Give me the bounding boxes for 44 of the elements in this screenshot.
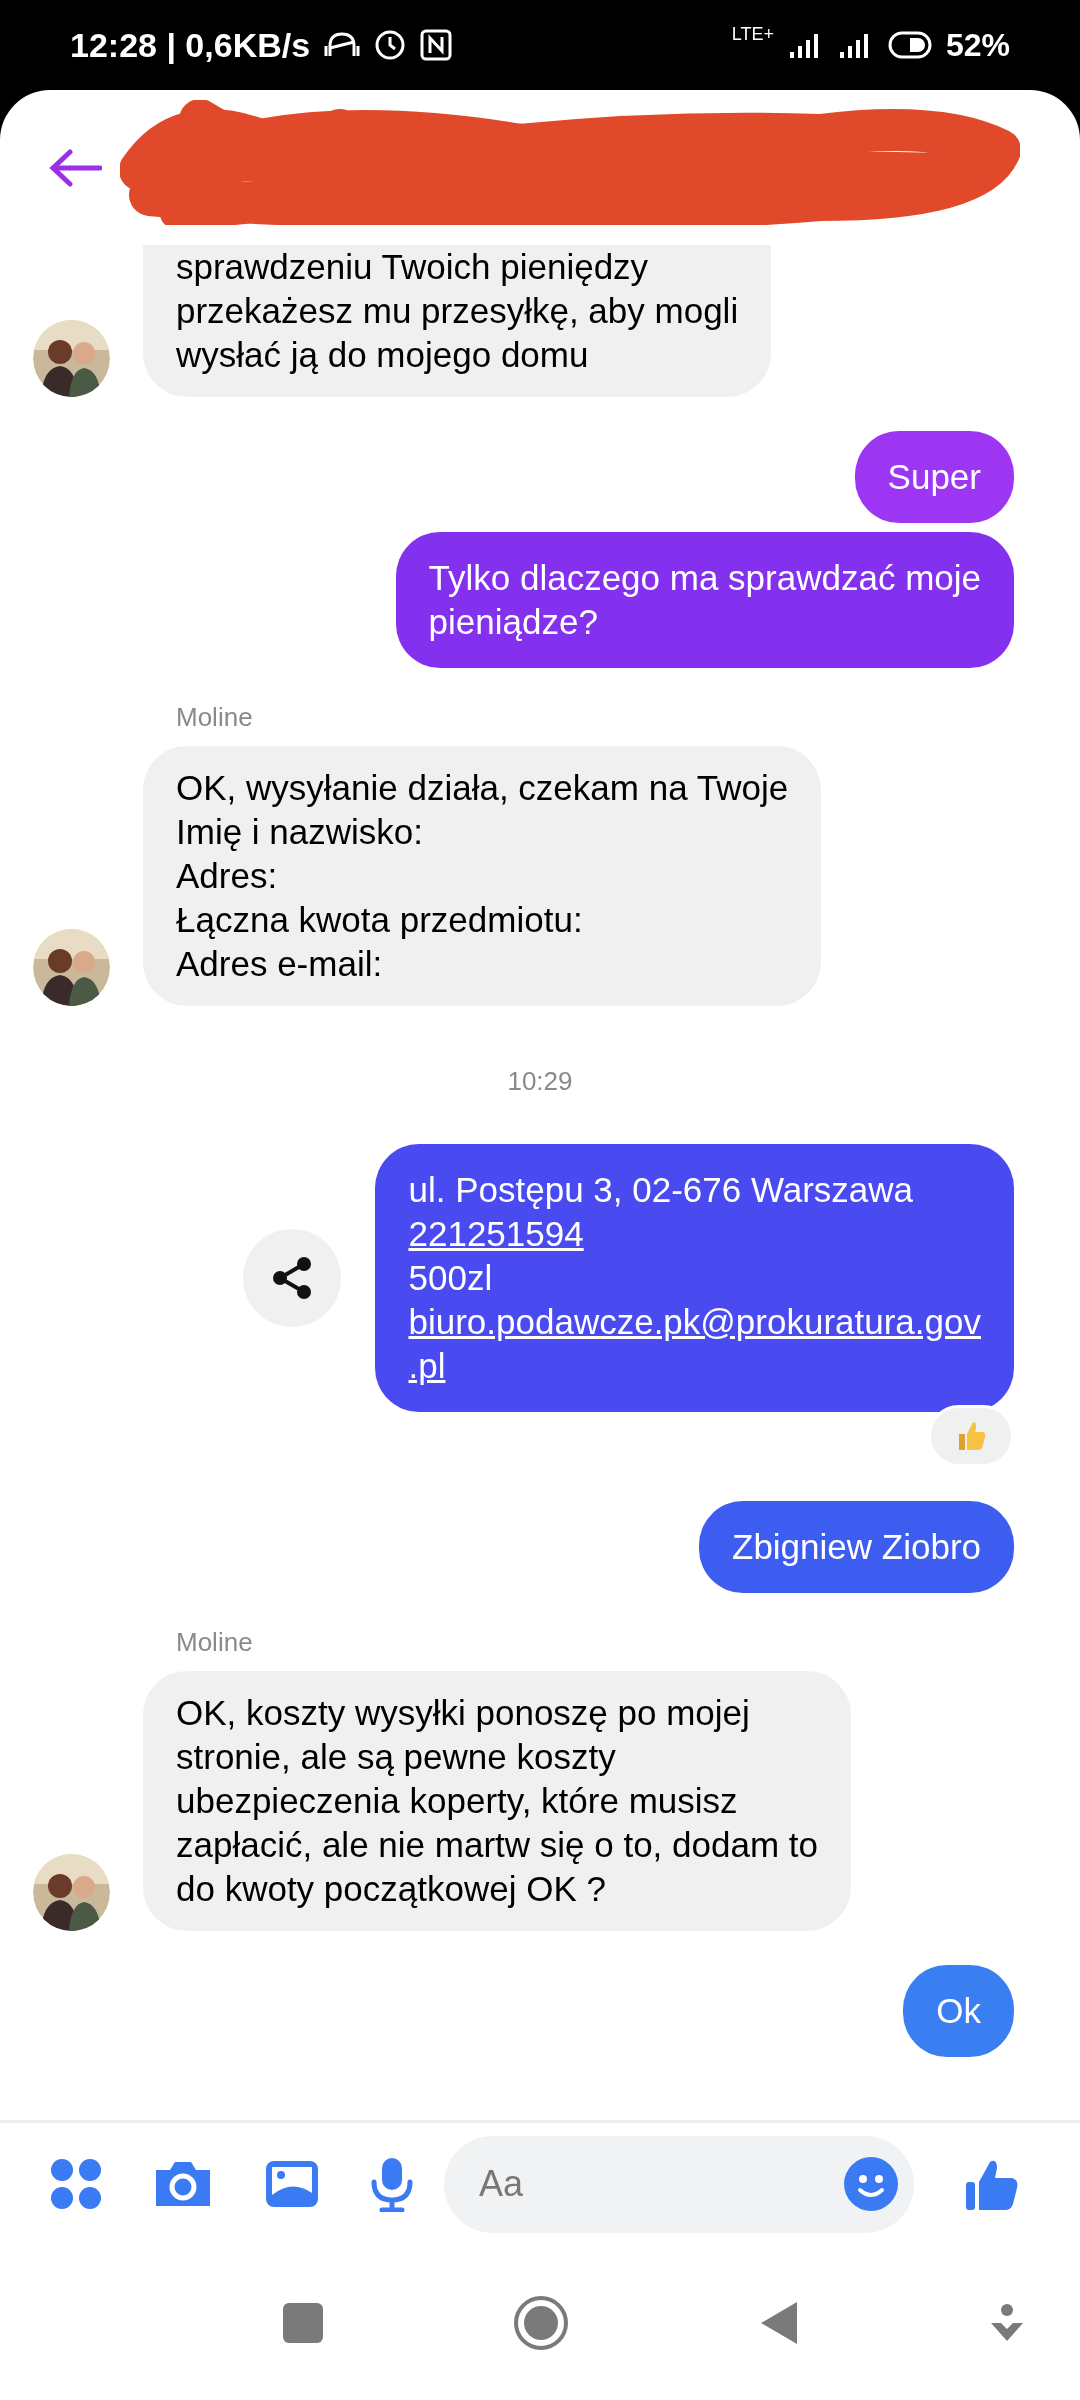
battery-percent: 52% <box>945 26 1010 65</box>
message-text: pieniądze? <box>428 601 599 643</box>
share-icon <box>271 1256 314 1300</box>
message-text: OK, koszty wysyłki ponoszę po mojej <box>176 1692 751 1734</box>
message-text: Adres e-mail: <box>176 943 384 985</box>
message-link[interactable]: biuro.podawcze.pk@prokuratura.gov <box>408 1300 981 1344</box>
alarm-clock-icon <box>374 29 407 61</box>
message-text: sprawdzeniu Twoich pieniędzy <box>176 246 650 288</box>
message-text: Imię i nazwisko: <box>176 811 425 853</box>
message-text: Łączna kwota przedmiotu: <box>176 899 584 941</box>
message-text: Adres: <box>176 855 279 897</box>
message-text: do kwoty początkowej OK ? <box>176 1868 607 1910</box>
status-time: 12:28 | 0,6KB/s <box>70 24 311 66</box>
recent-apps-icon[interactable] <box>283 2302 323 2343</box>
thumbs-up-icon <box>956 1420 986 1452</box>
message-field[interactable]: Aa <box>444 2135 914 2233</box>
message-link[interactable]: 221251594 <box>408 1212 584 1256</box>
message-link[interactable]: .pl <box>408 1344 446 1388</box>
down-icon[interactable] <box>989 2302 1025 2343</box>
message-text: ul. Postępu 3, 02-676 Warszawa <box>408 1169 914 1211</box>
microphone-icon[interactable] <box>370 2156 414 2212</box>
timestamp: 10:29 <box>507 1066 573 1096</box>
message-text: OK, wysyłanie działa, czekam na Twoje <box>176 767 789 809</box>
message-text: 500zl <box>408 1257 494 1299</box>
home-icon[interactable] <box>513 2294 569 2351</box>
network-type: LTE+ <box>731 25 774 43</box>
message-text: przekażesz mu przesyłkę, aby mogli <box>176 290 739 332</box>
image-icon[interactable] <box>264 2159 320 2209</box>
message-text: Zbigniew Ziobro <box>732 1526 981 1568</box>
message-text: ubezpieczenia koperty, które musisz <box>176 1780 739 1822</box>
sender-name: Moline <box>175 702 254 732</box>
battery-icon <box>887 30 932 60</box>
sender-name: Moline <box>175 1627 254 1657</box>
message-text: stronie, ale są pewne koszty <box>176 1736 617 1778</box>
back-arrow-icon[interactable] <box>48 147 102 188</box>
back-icon[interactable] <box>759 2299 799 2346</box>
message-text: Tylko dlaczego ma sprawdzać moje <box>428 557 981 599</box>
nfc-icon <box>420 29 453 61</box>
message-text: zapłacić, ale nie martw się o to, dodam to <box>176 1824 818 1866</box>
message-text: Super <box>887 456 981 498</box>
message-text: wysłać ją do mojego domu <box>176 334 590 376</box>
apps-icon[interactable] <box>50 2158 102 2210</box>
message-text: Ok <box>936 1990 981 2032</box>
emoji-icon[interactable] <box>843 2155 899 2212</box>
